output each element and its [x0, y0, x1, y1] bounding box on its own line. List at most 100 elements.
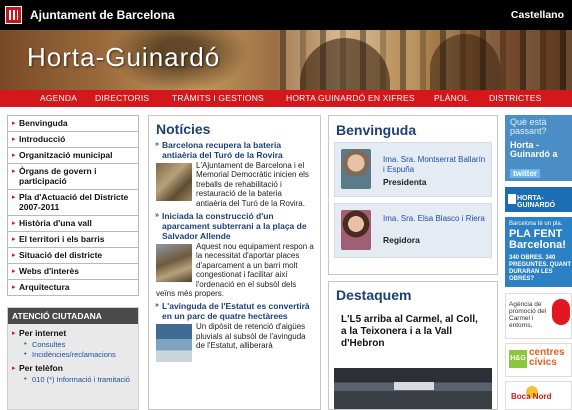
arrow-icon: ▸ [12, 284, 16, 291]
news-panel: Notícies » Barcelona recupera la bateria … [148, 115, 321, 410]
news-body: Un dipòsit de retenció d'aigües pluvials… [156, 322, 314, 363]
news-title: Notícies [156, 121, 211, 137]
header-banner: Horta-Guinardó [0, 30, 572, 90]
nav-tramits[interactable]: TRÀMITS I GESTIONS [172, 93, 264, 103]
building-icon [508, 194, 516, 204]
sidebar-item-arquitectura[interactable]: ▸ Arquitectura [7, 280, 139, 296]
sidebar-item-label: Arquitectura [19, 282, 70, 292]
nav-directoris[interactable]: DIRECTORIS [95, 93, 149, 103]
arrow-icon: ▸ [12, 220, 16, 227]
brand-name[interactable]: Ajuntament de Barcelona [30, 8, 175, 22]
avatar [341, 149, 371, 189]
nav-planol[interactable]: PLÀNOL [434, 93, 469, 103]
consultes-link[interactable]: Consultes [8, 339, 138, 349]
news-item: » L'avinguda de l'Estatut es convertirà e… [149, 301, 320, 363]
internet-heading[interactable]: ▸ Per internet [8, 324, 138, 339]
pla-small-text: Barcelona té un pla. [509, 221, 563, 227]
sidebar-item-territori[interactable]: ▸ El territori i els barris [7, 232, 139, 248]
centres-civics-text: centres cívics [529, 347, 565, 368]
person-card-presidenta[interactable]: Ima. Sra. Montserrat Ballarín i Espuña P… [334, 142, 492, 197]
atencio-title: ATENCIÓ CIUTADANA [8, 308, 138, 324]
arrow-icon: ▸ [12, 330, 16, 337]
carmel-logo-icon [552, 299, 570, 325]
news-body: L'Ajuntament de Barcelona i el Memorial … [156, 161, 314, 208]
horta-guinardo-banner[interactable]: HORTA-GUINARDÓ [505, 187, 572, 212]
news-thumbnail[interactable] [156, 324, 192, 363]
news-headline-text: Iniciada la construcció d'un aparcament … [162, 211, 307, 242]
sidebar-menu: ▸ Benvinguda ▸ Introducció ▸ Organització m… [7, 115, 139, 296]
sidebar-item-situacio[interactable]: ▸ Situació del districte [7, 248, 139, 264]
arrow-icon: ▸ [12, 252, 16, 259]
news-headline[interactable]: » Iniciada la construcció d'un aparcament… [155, 211, 314, 242]
sidebar-item-label: El territori i els barris [19, 234, 105, 244]
arrow-icon: » [155, 141, 159, 148]
main-nav: AGENDA DIRECTORIS TRÀMITS I GESTIONS HOR… [0, 90, 572, 107]
person-name[interactable]: Ima. Sra. Elsa Blasco i Riera [383, 214, 488, 224]
nav-districtes[interactable]: DISTRICTES [489, 93, 542, 103]
twitter-banner[interactable]: Què està passant? Horta - Guinardó a twi… [505, 115, 572, 181]
agencia-text: Agència de promoció del Carmel i entorns… [509, 301, 547, 329]
sidebar-item-benvinguda[interactable]: ▸ Benvinguda [7, 115, 139, 132]
metro-station-image[interactable] [334, 368, 492, 409]
welcome-title: Benvinguda [336, 122, 417, 138]
arrow-icon: » [155, 302, 159, 310]
sidebar-item-introduccio[interactable]: ▸ Introducció [7, 132, 139, 148]
news-body-text: Un dipòsit de retenció d'aigües pluvials… [196, 322, 306, 351]
sidebar-item-organitzacio[interactable]: ▸ Organització municipal [7, 148, 139, 164]
barcelona-logo-icon[interactable] [5, 6, 22, 24]
news-item: » Barcelona recupera la bateria antiaèria… [149, 140, 320, 211]
news-headline[interactable]: » L'avinguda de l'Estatut es convertirà e… [155, 301, 314, 322]
centres-civics-banner[interactable]: H&G centres cívics [505, 343, 572, 377]
arrow-icon: ▸ [12, 268, 16, 275]
nav-agenda[interactable]: AGENDA [40, 93, 77, 103]
phone-heading-label: Per telèfon [19, 363, 63, 373]
language-link[interactable]: Castellano [511, 9, 564, 21]
sidebar-item-pla-actuacio[interactable]: ▸ Pla d'Actuació del Districte 2007-2011 [7, 190, 139, 216]
phone-010-link[interactable]: 010 (*) Informació i tramitació [8, 374, 138, 384]
sidebar-item-label: Òrgans de govern i participació [19, 166, 97, 186]
highlight-text[interactable]: L'L5 arriba al Carmel, al Coll, a la Tei… [329, 306, 497, 350]
news-body-text: L'Ajuntament de Barcelona i el Memorial … [196, 161, 309, 208]
top-bar: Ajuntament de Barcelona Castellano [0, 0, 572, 30]
welcome-panel: Benvinguda Ima. Sra. Montserrat Ballarín… [328, 115, 498, 275]
sidebar-item-label: Situació del districte [19, 250, 103, 260]
news-headline-text: L'avinguda de l'Estatut es convertirà en… [162, 301, 310, 322]
news-headline[interactable]: » Barcelona recupera la bateria antiaèria… [155, 140, 314, 160]
news-thumbnail[interactable] [156, 244, 192, 283]
arrow-icon: ▸ [12, 194, 16, 201]
person-card-regidora[interactable]: Ima. Sra. Elsa Blasco i Riera Regidora [334, 203, 492, 258]
pla-big-text: PLA FENT Barcelona! [509, 228, 566, 251]
phone-heading[interactable]: ▸ Per telèfon [8, 359, 138, 374]
twitter-question: Què està passant? [510, 117, 547, 136]
person-name[interactable]: Ima. Sra. Montserrat Ballarín i Espuña [383, 155, 488, 175]
sidebar-item-organs[interactable]: ▸ Òrgans de govern i participació [7, 164, 139, 190]
arrow-icon: ▸ [12, 365, 16, 372]
twitter-logo-icon: twitter [510, 169, 540, 178]
agencia-carmel-banner[interactable]: Agència de promoció del Carmel i entorns… [505, 293, 572, 339]
horta-guinardo-label: HORTA-GUINARDÓ [517, 195, 556, 209]
boca-nord-text: Boca Nord [511, 392, 552, 401]
arrow-icon: ▸ [12, 152, 16, 159]
incidencies-link[interactable]: Incidències/reclamacions [8, 349, 138, 359]
nav-xifres[interactable]: HORTA GUINARDÓ EN XIFRES [286, 93, 415, 103]
pla-bottom-text: 340 OBRES. 340 PREGUNTES. QUANT DURARAN … [509, 255, 572, 282]
arrow-icon: ▸ [12, 136, 16, 143]
news-headline-text: Barcelona recupera la bateria antiaèria … [162, 140, 283, 160]
arrow-icon: ▸ [12, 168, 16, 175]
atencio-ciutadana-box: ATENCIÓ CIUTADANA ▸Per internet Consulte… [7, 307, 139, 410]
arrow-icon: » [155, 212, 159, 220]
sidebar-item-label: Pla d'Actuació del Districte 2007-2011 [19, 192, 129, 212]
arrow-icon: ▸ [12, 120, 16, 127]
person-role: Regidora [383, 235, 420, 245]
sidebar-item-label: Organització municipal [19, 150, 113, 160]
avatar [341, 210, 371, 250]
news-thumbnail[interactable] [156, 163, 192, 201]
news-body: Aquest nou equipament respon a la necess… [156, 242, 314, 298]
district-title[interactable]: Horta-Guinardó [27, 42, 220, 73]
sidebar-item-webs[interactable]: ▸ Webs d'interès [7, 264, 139, 280]
sidebar-item-label: Benvinguda [19, 118, 68, 128]
sidebar-item-historia[interactable]: ▸ Història d'una vall [7, 216, 139, 232]
highlight-panel: Destaquem L'L5 arriba al Carmel, al Coll… [328, 281, 498, 410]
boca-nord-banner[interactable]: Boca Nord [505, 381, 572, 410]
pla-fent-banner[interactable]: Barcelona té un pla. PLA FENT Barcelona!… [505, 217, 572, 287]
